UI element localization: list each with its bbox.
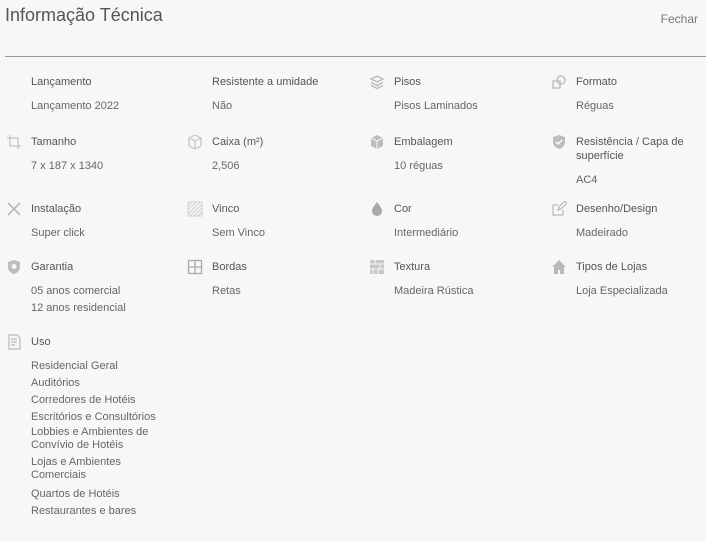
- hatch-icon: [186, 200, 204, 218]
- info-item: Resistência / Capa de superfície AC4: [553, 135, 696, 189]
- info-item-value: AC4: [576, 174, 598, 186]
- info-item-label: Garantia: [31, 261, 74, 273]
- info-item: Formato Réguas: [552, 75, 696, 115]
- info-item: Pisos Pisos Laminados: [369, 75, 559, 115]
- info-item-value: Corredores de Hotéis: [31, 394, 136, 406]
- info-item-value: Residencial Geral: [31, 360, 118, 372]
- info-item-value: Madeirado: [576, 227, 628, 239]
- info-item-label: Lançamento: [31, 76, 92, 88]
- info-item-label: Tipos de Lojas: [576, 261, 648, 273]
- info-item-label: Vinco: [212, 203, 240, 215]
- info-item: Tipos de Lojas Loja Especializada: [552, 260, 696, 300]
- home-icon: [550, 258, 568, 276]
- info-item-value: 7 x 187 x 1340: [31, 160, 104, 172]
- shapes-icon: [550, 73, 568, 91]
- info-item-label: Bordas: [212, 261, 247, 273]
- info-item-value: 05 anos comercial: [31, 285, 121, 297]
- info-item-value: Auditórios: [31, 377, 80, 389]
- info-item-value: Não: [212, 100, 233, 112]
- shield-icon: [5, 258, 23, 276]
- info-item: Instalação Super click: [7, 202, 196, 242]
- info-item-label: Resistente a umidade: [212, 76, 319, 88]
- info-item-label: Desenho/Design: [576, 203, 658, 215]
- info-item-value: Lobbies e Ambientes de Convívio de Hotéi…: [31, 426, 149, 451]
- info-item-value: Réguas: [576, 100, 614, 112]
- close-button[interactable]: Fechar: [661, 12, 698, 26]
- info-item-value: Madeira Rústica: [394, 285, 474, 297]
- info-item-value: 2,506: [212, 160, 240, 172]
- tools-icon: [5, 200, 23, 218]
- info-item-value: 10 réguas: [394, 160, 443, 172]
- info-item-label: Uso: [31, 336, 51, 348]
- info-item-value: Loja Especializada: [576, 285, 668, 297]
- package-icon: [368, 133, 386, 151]
- info-item-value: Super click: [31, 227, 85, 239]
- info-item: Desenho/Design Madeirado: [552, 201, 696, 242]
- info-item: Vinco Sem Vinco: [187, 201, 377, 242]
- info-item: Textura Madeira Rústica: [370, 260, 559, 300]
- info-item-value: Quartos de Hotéis: [31, 488, 120, 500]
- info-item-value: Escritórios e Consultórios: [31, 411, 156, 423]
- info-item: Garantia 05 anos comercial 12 anos residen…: [8, 260, 196, 317]
- info-item-label: Textura: [394, 261, 431, 273]
- info-item: Embalagem 10 réguas: [370, 135, 559, 175]
- info-item-label: Resistência / Capa de superfície: [576, 136, 684, 162]
- info-item-label: Cor: [394, 203, 412, 215]
- grid-icon: [186, 258, 204, 276]
- info-item: Tamanho 7 x 187 x 1340: [7, 135, 196, 175]
- info-item-value: Restaurantes e bares: [31, 505, 137, 517]
- texture-icon: [368, 258, 386, 276]
- info-item-label: Pisos: [394, 76, 421, 88]
- edit-icon: [550, 200, 568, 218]
- info-item-label: Caixa (m²): [212, 136, 264, 148]
- info-item-value: Sem Vinco: [212, 227, 265, 239]
- info-item: Cor Intermediário: [372, 202, 559, 242]
- info-item-value: Lojas e Ambientes Comerciais: [31, 456, 121, 481]
- layers-icon: [368, 73, 386, 91]
- info-item: Uso Residencial Geral Auditórios Corredores…: [8, 334, 161, 520]
- info-item-value: Pisos Laminados: [394, 100, 478, 112]
- info-item-value: 12 anos residencial: [31, 302, 126, 314]
- document-icon: [5, 333, 23, 351]
- info-item-label: Instalação: [31, 203, 82, 215]
- info-item-label: Tamanho: [31, 136, 77, 148]
- info-item-label: Embalagem: [394, 136, 453, 148]
- page-title: Informação Técnica: [5, 5, 163, 25]
- info-item: Bordas Retas: [187, 259, 377, 300]
- info-item: Lançamento Lançamento 2022: [31, 75, 196, 115]
- info-item-value: Lançamento 2022: [31, 100, 120, 112]
- info-item-label: Formato: [576, 76, 617, 88]
- shield-check-icon: [550, 133, 568, 151]
- info-item-value: Retas: [212, 285, 241, 297]
- crop-icon: [5, 133, 23, 151]
- info-item: Caixa (m²) 2,506: [188, 134, 377, 175]
- divider: [5, 56, 706, 57]
- drop-icon: [368, 200, 386, 218]
- info-item: Resistente a umidade Não: [212, 75, 377, 115]
- box-icon: [186, 133, 204, 151]
- info-item-value: Intermediário: [394, 227, 459, 239]
